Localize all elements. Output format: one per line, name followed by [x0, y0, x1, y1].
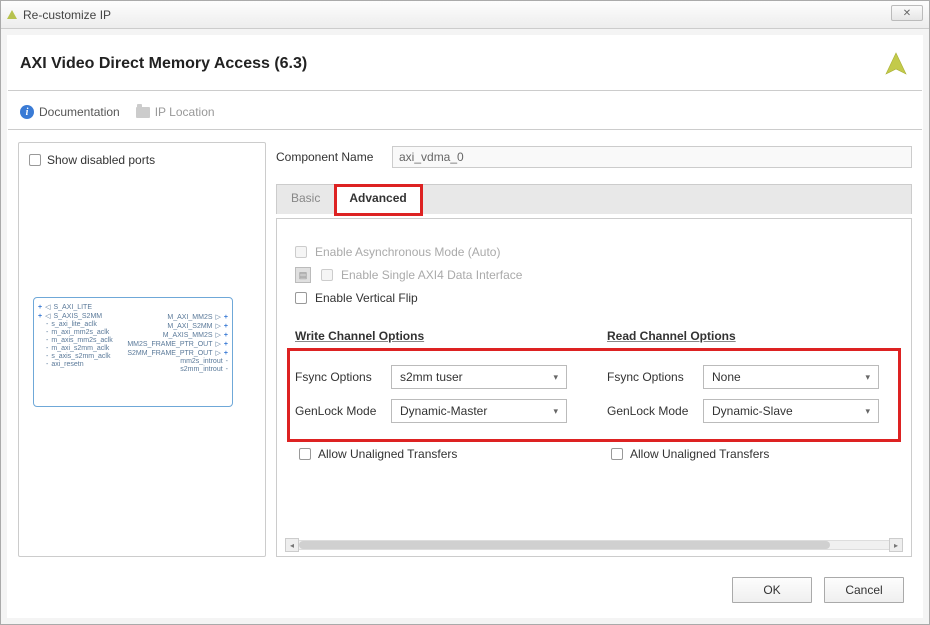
- write-fsync-label: Fsync Options: [295, 370, 385, 384]
- toolbar: i Documentation IP Location: [8, 97, 922, 127]
- read-channel-title: Read Channel Options: [607, 329, 879, 343]
- show-disabled-checkbox[interactable]: [29, 154, 41, 166]
- scroll-thumb[interactable]: [299, 541, 830, 549]
- allow-unaligned-row: Allow Unaligned Transfers Allow Unaligne…: [295, 447, 893, 461]
- scroll-right-icon[interactable]: ▸: [889, 538, 903, 552]
- content: AXI Video Direct Memory Access (6.3) i D…: [7, 35, 923, 618]
- chevron-down-icon: ▾: [553, 406, 558, 417]
- show-disabled-label: Show disabled ports: [47, 153, 155, 167]
- write-channel-section: Write Channel Options: [295, 329, 567, 355]
- tab-basic[interactable]: Basic: [277, 185, 335, 214]
- write-genlock-value: Dynamic-Master: [400, 404, 487, 418]
- scroll-left-icon[interactable]: ◂: [285, 538, 299, 552]
- read-fsync-dropdown[interactable]: None ▾: [703, 365, 879, 389]
- write-allow-unaligned-label: Allow Unaligned Transfers: [318, 447, 457, 461]
- enable-single-axi4-checkbox: [321, 269, 333, 281]
- tab-body-advanced: Enable Asynchronous Mode (Auto) ▤ Enable…: [276, 218, 912, 557]
- header: AXI Video Direct Memory Access (6.3): [8, 36, 922, 88]
- enable-single-axi4-row: ▤ Enable Single AXI4 Data Interface: [295, 267, 893, 283]
- enable-vflip-checkbox[interactable]: [295, 292, 307, 304]
- read-channel-section: Read Channel Options: [607, 329, 879, 355]
- component-name-row: Component Name: [276, 146, 912, 168]
- read-fsync-value: None: [712, 370, 741, 384]
- write-options: Fsync Options s2mm tuser ▾ GenLock Mode: [295, 355, 567, 433]
- dialog-window: Re-customize IP ✕ AXI Video Direct Memor…: [0, 0, 930, 625]
- read-genlock-value: Dynamic-Slave: [712, 404, 793, 418]
- enable-vflip-label: Enable Vertical Flip: [315, 291, 418, 305]
- chevron-down-icon: ▾: [865, 406, 870, 417]
- read-genlock-label: GenLock Mode: [607, 404, 697, 418]
- note-icon: ▤: [295, 267, 311, 283]
- show-disabled-ports-row: Show disabled ports: [29, 153, 255, 167]
- write-fsync-value: s2mm tuser: [400, 370, 463, 384]
- right-pane: Component Name Basic Advanced Enable Asy…: [276, 142, 912, 557]
- main: Show disabled ports +◁S_AXI_LITE +◁S_AXI…: [8, 136, 922, 563]
- folder-icon: [136, 107, 150, 118]
- horizontal-scrollbar[interactable]: ◂ ▸: [285, 538, 903, 552]
- tab-advanced[interactable]: Advanced: [335, 185, 421, 215]
- enable-async-checkbox: [295, 246, 307, 258]
- app-icon: [7, 10, 17, 19]
- ip-location-link[interactable]: IP Location: [136, 105, 215, 119]
- chevron-down-icon: ▾: [553, 372, 558, 383]
- info-icon: i: [20, 105, 34, 119]
- separator: [8, 129, 922, 130]
- component-name-label: Component Name: [276, 150, 384, 164]
- read-genlock-dropdown[interactable]: Dynamic-Slave ▾: [703, 399, 879, 423]
- enable-async-row: Enable Asynchronous Mode (Auto): [295, 245, 893, 259]
- documentation-label: Documentation: [39, 105, 120, 119]
- left-pane: Show disabled ports +◁S_AXI_LITE +◁S_AXI…: [18, 142, 266, 557]
- write-channel-title: Write Channel Options: [295, 329, 567, 343]
- chevron-down-icon: ▾: [865, 372, 870, 383]
- footer: OK Cancel: [8, 563, 922, 617]
- write-genlock-label: GenLock Mode: [295, 404, 385, 418]
- write-allow-unaligned-checkbox[interactable]: [299, 448, 311, 460]
- cancel-button[interactable]: Cancel: [824, 577, 904, 603]
- vendor-logo: [882, 50, 910, 78]
- write-fsync-dropdown[interactable]: s2mm tuser ▾: [391, 365, 567, 389]
- separator: [8, 90, 922, 91]
- titlebar: Re-customize IP ✕: [1, 1, 929, 29]
- ip-block-diagram[interactable]: +◁S_AXI_LITE +◁S_AXIS_S2MM -s_axi_lite_a…: [33, 297, 233, 407]
- window-title: Re-customize IP: [23, 8, 111, 22]
- read-options: Fsync Options None ▾ GenLock Mode: [607, 355, 879, 433]
- component-name-input[interactable]: [392, 146, 912, 168]
- channel-sections: Write Channel Options Read Channel Optio…: [295, 329, 893, 355]
- read-allow-unaligned-label: Allow Unaligned Transfers: [630, 447, 769, 461]
- enable-single-axi4-label: Enable Single AXI4 Data Interface: [341, 268, 522, 282]
- ok-button[interactable]: OK: [732, 577, 812, 603]
- scroll-track[interactable]: [299, 540, 889, 550]
- page-title: AXI Video Direct Memory Access (6.3): [20, 55, 307, 73]
- write-genlock-dropdown[interactable]: Dynamic-Master ▾: [391, 399, 567, 423]
- tabs: Basic Advanced: [276, 184, 912, 214]
- documentation-link[interactable]: i Documentation: [20, 105, 120, 119]
- read-fsync-label: Fsync Options: [607, 370, 697, 384]
- enable-vflip-row: Enable Vertical Flip: [295, 291, 893, 305]
- highlighted-channel-options: Fsync Options s2mm tuser ▾ GenLock Mode: [292, 353, 896, 437]
- ip-location-label: IP Location: [155, 105, 215, 119]
- enable-async-label: Enable Asynchronous Mode (Auto): [315, 245, 500, 259]
- close-button[interactable]: ✕: [891, 5, 923, 21]
- read-allow-unaligned-checkbox[interactable]: [611, 448, 623, 460]
